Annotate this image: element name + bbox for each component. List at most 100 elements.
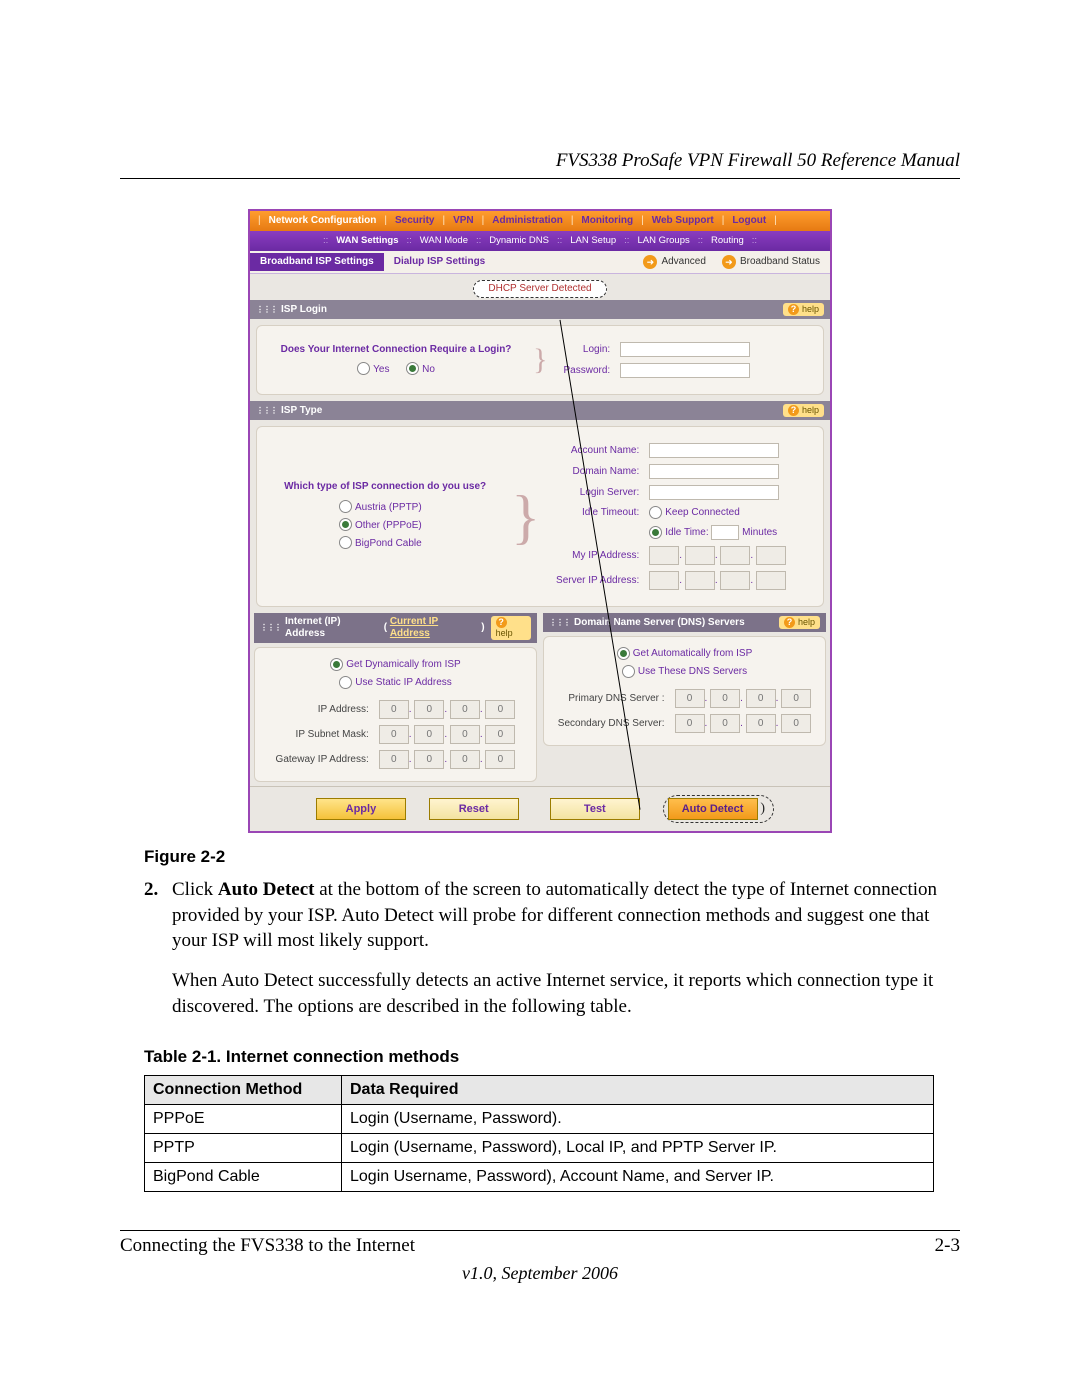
radio-idle-time[interactable]: Idle Time: [649,527,708,538]
table-caption: Table 2-1. Internet connection methods [144,1047,960,1067]
input-sdns-1[interactable] [675,714,705,733]
input-ip-2[interactable] [414,700,444,719]
input-mask-4[interactable] [485,725,515,744]
input-ip-3[interactable] [450,700,480,719]
input-pdns-1[interactable] [675,689,705,708]
subnav-wan-settings[interactable]: WAN Settings [332,235,402,246]
input-sdns-3[interactable] [746,714,776,733]
link-current-ip[interactable]: Current IP Address [390,616,479,640]
label-secondary-dns: Secondary DNS Server: [554,712,669,735]
apply-button[interactable]: Apply [316,798,406,820]
grip-icon: ⋮⋮⋮ [549,618,570,628]
input-server-ip-3[interactable] [720,571,750,590]
button-row: Apply Reset Test Auto Detect ) [250,786,830,831]
input-my-ip-2[interactable] [685,546,715,565]
label-ip-address: IP Address: [272,698,373,721]
radio-login-no[interactable]: No [406,364,435,375]
nav-web-support[interactable]: Web Support [648,215,718,227]
input-my-ip-3[interactable] [720,546,750,565]
th-connection-method: Connection Method [145,1076,342,1105]
panel-isp-login: Does Your Internet Connection Require a … [256,325,824,395]
input-login-server[interactable] [649,485,779,500]
router-ui-figure: | Network Configuration| Security| VPN| … [248,209,832,833]
subnav-wan-mode[interactable]: WAN Mode [416,235,472,246]
input-ip-1[interactable] [379,700,409,719]
radio-login-yes[interactable]: Yes [357,364,389,375]
reset-button[interactable]: Reset [429,798,519,820]
help-isp-login[interactable]: ?help [783,303,824,316]
nav-vpn[interactable]: VPN [449,215,478,227]
input-account-name[interactable] [649,443,779,458]
arrow-icon: ➜ [722,255,736,269]
link-broadband-status[interactable]: Broadband Status [740,256,830,268]
test-button[interactable]: Test [550,798,640,820]
grip-icon: ⋮⋮⋮ [260,623,281,633]
input-pdns-4[interactable] [781,689,811,708]
input-gw-2[interactable] [414,750,444,769]
panel-dns: Get Automatically from ISP Use These DNS… [543,636,826,746]
nav-security[interactable]: Security [391,215,438,227]
input-gw-3[interactable] [450,750,480,769]
input-mask-3[interactable] [450,725,480,744]
input-server-ip-2[interactable] [685,571,715,590]
input-mask-1[interactable] [379,725,409,744]
input-gw-4[interactable] [485,750,515,769]
arrow-icon: ➜ [643,255,657,269]
nav-administration[interactable]: Administration [488,215,567,227]
input-password[interactable] [620,363,750,378]
help-isp-type[interactable]: ?help [783,404,824,417]
radio-dns-auto[interactable]: Get Automatically from ISP [550,645,819,663]
input-sdns-2[interactable] [710,714,740,733]
section-isp-type: ⋮⋮⋮ ISP Type ?help [250,401,830,420]
input-domain-name[interactable] [649,464,779,479]
th-data-required: Data Required [342,1076,934,1105]
label-gateway: Gateway IP Address: [272,748,373,771]
radio-austria-pptp[interactable]: Austria (PPTP) [339,499,501,517]
subnav-lan-setup[interactable]: LAN Setup [566,235,620,246]
footer-page-number: 2-3 [935,1235,960,1257]
footer-chapter: Connecting the FVS338 to the Internet [120,1235,415,1257]
input-server-ip-4[interactable] [756,571,786,590]
input-my-ip-4[interactable] [756,546,786,565]
help-dns[interactable]: ?help [779,616,820,629]
nav-network-configuration[interactable]: Network Configuration [265,215,381,227]
nav-monitoring[interactable]: Monitoring [577,215,637,227]
radio-keep-connected[interactable]: Keep Connected [649,507,740,518]
input-mask-2[interactable] [414,725,444,744]
subnav-dynamic-dns[interactable]: Dynamic DNS [485,235,553,246]
panel-ip-address: Get Dynamically from ISP Use Static IP A… [254,647,537,782]
section-isp-login: ⋮⋮⋮ ISP Login ?help [250,300,830,319]
radio-dns-manual[interactable]: Use These DNS Servers [550,663,819,681]
radio-ip-dynamic[interactable]: Get Dynamically from ISP [261,656,530,674]
help-icon: ? [788,405,799,416]
input-login[interactable] [620,342,750,357]
input-gw-1[interactable] [379,750,409,769]
radio-ip-static[interactable]: Use Static IP Address [261,674,530,692]
input-pdns-2[interactable] [710,689,740,708]
label-minutes: Minutes [742,527,777,538]
subnav-lan-groups[interactable]: LAN Groups [633,235,693,246]
help-ip-address[interactable]: ?help [491,616,531,640]
section-dns-servers: ⋮⋮⋮ Domain Name Server (DNS) Servers ?he… [543,613,826,632]
table-row: PPTPLogin (Username, Password), Local IP… [145,1134,934,1163]
input-idle-minutes[interactable] [711,525,739,540]
header-rule [120,178,960,179]
link-advanced[interactable]: Advanced [661,256,715,268]
tab-dialup-isp-settings[interactable]: Dialup ISP Settings [384,253,496,271]
radio-other-pppoe[interactable]: Other (PPPoE) [339,517,501,535]
input-server-ip-1[interactable] [649,571,679,590]
auto-detect-button[interactable]: Auto Detect [668,798,758,820]
label-my-ip: My IP Address: [552,544,643,567]
label-primary-dns: Primary DNS Server : [554,687,669,710]
input-ip-4[interactable] [485,700,515,719]
nav-logout[interactable]: Logout [728,215,770,227]
figure-caption: Figure 2-2 [144,847,960,867]
subnav-routing[interactable]: Routing [707,235,748,246]
input-my-ip-1[interactable] [649,546,679,565]
tab-broadband-isp-settings[interactable]: Broadband ISP Settings [250,253,384,271]
label-password: Password: [559,361,614,380]
input-pdns-3[interactable] [746,689,776,708]
isp-type-question: Which type of ISP connection do you use? [269,481,501,493]
radio-bigpond-cable[interactable]: BigPond Cable [339,535,501,553]
input-sdns-4[interactable] [781,714,811,733]
